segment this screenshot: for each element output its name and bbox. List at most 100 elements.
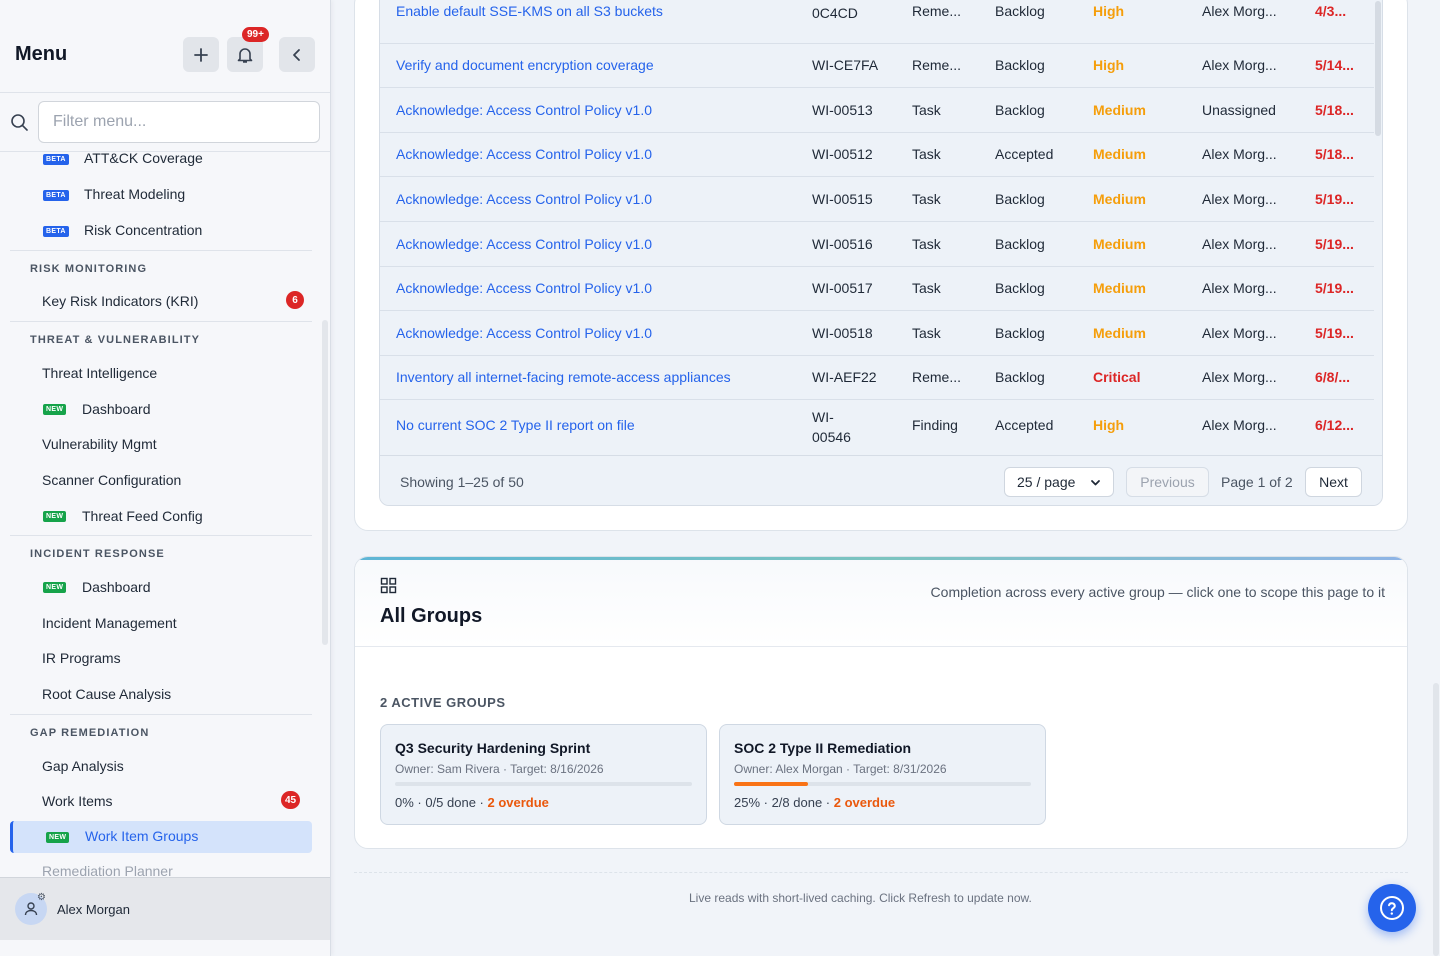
work-item-title-link[interactable]: Acknowledge: Access Control Policy v1.0 (396, 191, 652, 207)
work-item-title-link[interactable]: Acknowledge: Access Control Policy v1.0 (396, 236, 652, 252)
divider (10, 535, 312, 536)
table-row[interactable]: Acknowledge: Access Control Policy v1.0 W… (380, 311, 1374, 356)
user-name[interactable]: Alex Morgan (57, 902, 130, 917)
work-item-status: Accepted (995, 146, 1054, 162)
work-item-owner: Alex Morg... (1202, 369, 1277, 385)
sidebar-item-threat-intelligence[interactable]: Threat Intelligence (42, 365, 157, 381)
work-item-title-link[interactable]: Inventory all internet-facing remote-acc… (396, 369, 731, 385)
work-item-owner: Alex Morg... (1202, 191, 1277, 207)
sidebar-item-ir-programs[interactable]: IR Programs (42, 650, 121, 666)
work-item-due-date: 6/12... (1315, 417, 1354, 433)
sidebar-item-kri[interactable]: Key Risk Indicators (KRI) (42, 293, 198, 309)
table-row[interactable]: Enable default SSE-KMS on all S3 buckets… (380, 0, 1374, 44)
add-button[interactable] (183, 37, 219, 72)
sidebar-item-root-cause-analysis[interactable]: Root Cause Analysis (42, 686, 171, 702)
work-item-owner: Alex Morg... (1202, 3, 1277, 19)
group-progress-bar (395, 782, 692, 786)
work-item-priority: High (1093, 3, 1125, 19)
work-item-title-link[interactable]: No current SOC 2 Type II report on file (396, 417, 635, 433)
all-groups-title: All Groups (380, 605, 483, 627)
work-item-id: WI-00516 (812, 236, 873, 252)
work-item-title-link[interactable]: Acknowledge: Access Control Policy v1.0 (396, 280, 652, 296)
chevron-left-icon (293, 48, 300, 61)
work-item-status: Backlog (995, 102, 1045, 118)
sidebar-item-incident-management[interactable]: Incident Management (42, 615, 177, 631)
sidebar-item-work-item-groups[interactable]: NEW Work Item Groups (10, 821, 312, 853)
new-badge: NEW (43, 404, 67, 415)
group-card-soc2-remediation[interactable]: SOC 2 Type II Remediation Owner: Alex Mo… (719, 724, 1046, 825)
footer-divider (354, 872, 1408, 873)
help-button[interactable] (1368, 884, 1416, 932)
table-row[interactable]: Inventory all internet-facing remote-acc… (380, 356, 1374, 400)
work-item-priority: High (1093, 417, 1125, 433)
work-item-type: Task (912, 102, 941, 118)
previous-button[interactable]: Previous (1126, 467, 1209, 497)
page-info: Page 1 of 2 (1221, 474, 1293, 490)
table-row[interactable]: No current SOC 2 Type II report on file W… (380, 400, 1374, 455)
work-item-title-link[interactable]: Acknowledge: Access Control Policy v1.0 (396, 146, 652, 162)
work-item-id: WI-00517 (812, 280, 873, 296)
sidebar-item-attack-coverage[interactable]: ATT&CK Coverage (84, 152, 203, 166)
sidebar-item-tv-dashboard[interactable]: Dashboard (82, 401, 151, 417)
work-item-type: Finding (912, 417, 958, 433)
sidebar-item-threat-feed-config[interactable]: Threat Feed Config (82, 508, 203, 524)
sidebar-footer: ⚙ Alex Morgan (0, 877, 330, 940)
beta-badge: BETA (43, 226, 69, 237)
work-item-type: Task (912, 191, 941, 207)
table-row[interactable]: Acknowledge: Access Control Policy v1.0 W… (380, 133, 1374, 177)
table-row[interactable]: Acknowledge: Access Control Policy v1.0 W… (380, 222, 1374, 267)
work-item-id: WI-00512 (812, 146, 873, 162)
work-item-title-link[interactable]: Enable default SSE-KMS on all S3 buckets (396, 3, 663, 19)
active-groups-label: 2 ACTIVE GROUPS (380, 695, 506, 710)
work-item-status: Backlog (995, 236, 1045, 252)
group-card-q3-security-hardening[interactable]: Q3 Security Hardening Sprint Owner: Sam … (380, 724, 707, 825)
notifications-button[interactable] (227, 37, 263, 72)
filter-menu-input[interactable] (38, 101, 320, 143)
sidebar-item-remediation-planner[interactable]: Remediation Planner (42, 863, 173, 877)
sidebar-title: Menu (15, 43, 68, 65)
work-item-title-link[interactable]: Acknowledge: Access Control Policy v1.0 (396, 102, 652, 118)
sidebar-item-vulnerability-mgmt[interactable]: Vulnerability Mgmt (42, 436, 157, 452)
kri-count-badge: 6 (286, 291, 304, 309)
sidebar-item-label: Work Item Groups (85, 828, 199, 844)
new-badge: NEW (43, 511, 67, 522)
divider (10, 250, 312, 251)
work-item-type: Reme... (912, 3, 962, 19)
sidebar-item-risk-concentration[interactable]: Risk Concentration (84, 222, 202, 238)
sidebar-item-ir-dashboard[interactable]: Dashboard (82, 579, 151, 595)
work-item-status: Accepted (995, 417, 1054, 433)
work-item-status: Backlog (995, 3, 1045, 19)
work-item-id: WI-CE7FA (812, 57, 879, 73)
work-item-priority: Critical (1093, 369, 1141, 385)
sidebar-scrollbar[interactable] (322, 320, 328, 645)
page-size-select[interactable]: 25 / page (1004, 467, 1114, 497)
work-item-due-date: 5/18... (1315, 146, 1354, 162)
sidebar-item-scanner-configuration[interactable]: Scanner Configuration (42, 472, 181, 488)
sidebar-item-work-items[interactable]: Work Items (42, 793, 113, 809)
table-row[interactable]: Acknowledge: Access Control Policy v1.0 W… (380, 88, 1374, 133)
sidebar: Menu 99+ BETA ATT&CK Coverage BETA Threa… (0, 0, 331, 956)
work-item-type: Task (912, 280, 941, 296)
work-item-status: Backlog (995, 191, 1045, 207)
work-item-title-link[interactable]: Verify and document encryption coverage (396, 57, 654, 73)
work-item-id: WI- 00546 (812, 409, 851, 445)
work-item-id: WI-00513 (812, 102, 873, 118)
group-overdue: 2 overdue (833, 795, 896, 810)
group-name: SOC 2 Type II Remediation (734, 740, 912, 756)
table-row[interactable]: Acknowledge: Access Control Policy v1.0 W… (380, 267, 1374, 311)
work-item-owner: Alex Morg... (1202, 236, 1277, 252)
next-button[interactable]: Next (1305, 467, 1362, 497)
collapse-sidebar-button[interactable] (279, 37, 315, 72)
work-item-title-link[interactable]: Acknowledge: Access Control Policy v1.0 (396, 325, 652, 341)
all-groups-header: All Groups Completion across every activ… (355, 557, 1407, 647)
work-item-priority: Medium (1093, 236, 1146, 252)
table-scrollbar[interactable] (1375, 1, 1381, 136)
section-title-incident-response: INCIDENT RESPONSE (30, 548, 165, 560)
table-row[interactable]: Verify and document encryption coverage W… (380, 44, 1374, 88)
sidebar-item-threat-modeling[interactable]: Threat Modeling (84, 186, 185, 202)
user-icon (24, 902, 38, 916)
table-row[interactable]: Acknowledge: Access Control Policy v1.0 W… (380, 177, 1374, 222)
sidebar-item-gap-analysis[interactable]: Gap Analysis (42, 758, 124, 774)
work-item-status: Backlog (995, 280, 1045, 296)
page-scrollbar[interactable] (1433, 683, 1439, 956)
